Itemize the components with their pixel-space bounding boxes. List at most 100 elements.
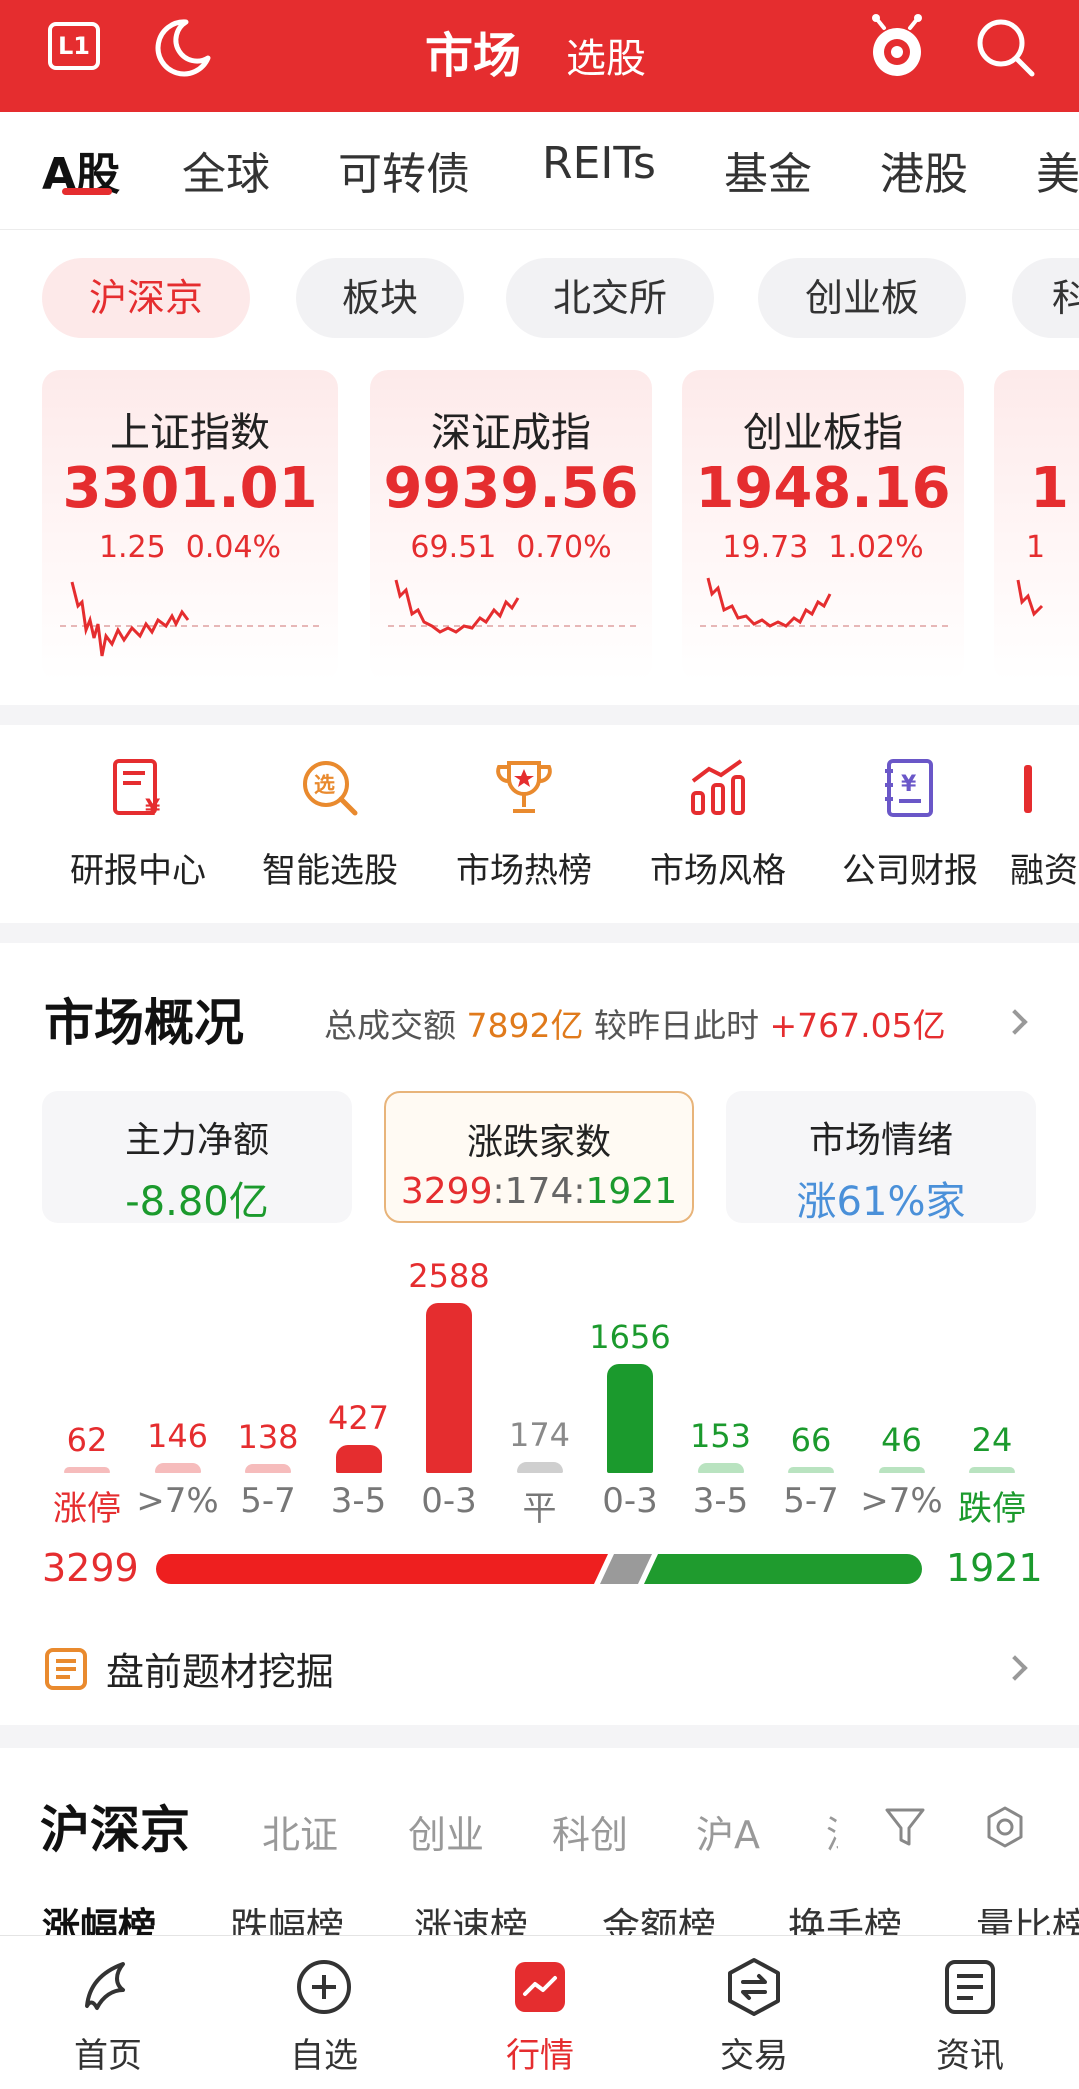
tab-hk-stocks[interactable]: 港股 <box>880 138 968 202</box>
shortcut-market-style[interactable]: 市场风格 <box>628 755 808 892</box>
distribution-bar <box>516 1462 563 1473</box>
nav-watchlist[interactable]: 自选 <box>254 1956 394 2077</box>
advance-decline-card[interactable]: 涨跌家数 3299:174:1921 <box>384 1091 694 1223</box>
robot-assistant-icon[interactable] <box>862 12 932 82</box>
chip-star-market[interactable]: 科 <box>1012 258 1079 338</box>
nav-market[interactable]: 行情 <box>470 1956 610 2077</box>
distribution-range-label: 5-7 <box>783 1481 839 1521</box>
document-list-icon <box>45 1648 87 1690</box>
tab-funds[interactable]: 基金 <box>724 138 812 202</box>
mining-label: 盘前题材挖掘 <box>106 1650 335 1694</box>
nav-news[interactable]: 资讯 <box>900 1956 1040 2077</box>
index-card-next[interactable]: 1 1 <box>994 370 1079 682</box>
distribution-bar <box>607 1364 653 1473</box>
turnover-summary[interactable]: 总成交额 7892亿 较昨日此时 +767.05亿 <box>324 999 946 1047</box>
index-sparkline <box>388 579 638 634</box>
advancers-count: 3299 <box>400 1171 493 1212</box>
stock-picker-tab[interactable]: 选股 <box>566 26 646 84</box>
index-card-chinext[interactable]: 创业板指 1948.16 19.73 1.02% <box>682 370 964 682</box>
shortcut-hot-list[interactable]: 市场热榜 <box>434 755 614 892</box>
nav-label: 自选 <box>290 2036 358 2076</box>
index-pct: 0.04% <box>185 530 282 565</box>
sub-tab-gainers[interactable]: 涨幅榜 <box>42 1896 156 1938</box>
level1-quote-button[interactable]: L1 <box>48 22 100 70</box>
app-header: L1 市场 选股 <box>0 0 1079 112</box>
distribution-bar <box>788 1467 834 1473</box>
turnover-label: 总成交额 <box>324 1006 456 1045</box>
distribution-range-label: 平 <box>522 1489 557 1529</box>
distribution-range-label: 跌停 <box>958 1489 1026 1529</box>
shortcut-margin-trading[interactable]: 融资 <box>1010 755 1079 892</box>
distribution-count: 1656 <box>589 1318 671 1356</box>
index-pct: 0.70% <box>516 530 612 565</box>
sub-tab-losers[interactable]: 跌幅榜 <box>230 1896 344 1938</box>
distribution-bar <box>697 1463 744 1473</box>
tab-reits[interactable]: REITs <box>542 138 656 189</box>
stat-label: 市场情绪 <box>808 1120 953 1161</box>
distribution-range-label: 0-3 <box>421 1481 477 1521</box>
distribution-bar <box>245 1464 291 1473</box>
page-title: 市场 <box>425 28 522 84</box>
shortcut-label: 市场热榜 <box>456 851 592 891</box>
chip-chinext[interactable]: 创业板 <box>758 258 966 338</box>
margin-trading-icon <box>1024 765 1032 813</box>
tab-us-stocks[interactable]: 美 <box>1036 138 1079 202</box>
distribution-bar <box>878 1467 925 1473</box>
index-value: 1 <box>1030 456 1069 521</box>
index-change: 19.73 <box>722 530 809 565</box>
rankings-section: 沪深京 北证 创业 科创 沪A 深 涨幅榜 跌幅榜 涨速榜 金额榜 换手榜 量比… <box>0 1748 1079 1938</box>
chip-bse[interactable]: 北交所 <box>506 258 714 338</box>
tab-convertible-bonds[interactable]: 可转债 <box>338 138 470 202</box>
index-value: 1948.16 <box>695 456 951 521</box>
rank-tab-bse[interactable]: 北证 <box>262 1804 338 1859</box>
rank-tab-sz-a[interactable]: 深 <box>826 1804 838 1859</box>
sub-tab-turnover[interactable]: 换手榜 <box>788 1896 902 1938</box>
distribution-bar <box>154 1463 201 1473</box>
index-name: 上证指数 <box>110 410 270 456</box>
shortcut-research-reports[interactable]: ¥ 研报中心 <box>48 755 228 892</box>
tab-global[interactable]: 全球 <box>182 138 270 202</box>
nav-trade[interactable]: 交易 <box>684 1956 824 2077</box>
svg-text:¥: ¥ <box>901 772 917 797</box>
distribution-count: 174 <box>508 1416 571 1454</box>
sub-tab-amount[interactable]: 金额榜 <box>602 1896 716 1938</box>
index-card-szse[interactable]: 深证成指 9939.56 69.51 0.70% <box>370 370 652 682</box>
index-sparkline <box>700 577 950 628</box>
active-tab-indicator <box>62 188 112 195</box>
shortcut-financial-reports[interactable]: ¥ 公司财报 <box>820 755 1000 892</box>
rank-tab-star[interactable]: 科创 <box>552 1804 628 1859</box>
distribution-bar <box>969 1467 1015 1473</box>
shortcut-label: 市场风格 <box>650 851 786 891</box>
settings-icon[interactable] <box>982 1804 1028 1850</box>
rankings-title[interactable]: 沪深京 <box>40 1790 190 1862</box>
filter-icon[interactable] <box>882 1804 928 1850</box>
shortcut-smart-picker[interactable]: 选 智能选股 <box>240 755 420 892</box>
sub-tab-speed[interactable]: 涨速榜 <box>414 1896 528 1938</box>
down-total: 1921 <box>946 1546 1043 1590</box>
rank-tab-chinext[interactable]: 创业 <box>408 1804 484 1859</box>
market-sentiment-card[interactable]: 市场情绪 涨61%家 <box>726 1091 1036 1225</box>
sub-tab-volume-ratio[interactable]: 量比榜 <box>976 1896 1079 1938</box>
nav-home[interactable]: 首页 <box>38 1956 178 2077</box>
distribution-count: 62 <box>66 1421 108 1459</box>
index-card-sse[interactable]: 上证指数 3301.01 1.25 0.04% <box>42 370 338 682</box>
index-sparkline <box>1016 579 1044 617</box>
advance-decline-ratio-bar: 3299 1921 <box>0 1546 1079 1596</box>
rank-tab-sh-a[interactable]: 沪A <box>696 1804 760 1859</box>
turnover-value: 7892亿 <box>466 1006 584 1045</box>
market-sentiment-value: 涨61%家 <box>796 1179 966 1225</box>
chip-sectors[interactable]: 板块 <box>296 258 464 338</box>
distribution-range-label: 0-3 <box>602 1481 658 1521</box>
flat-count: 174 <box>504 1171 574 1212</box>
bar-chart-icon <box>691 759 745 815</box>
decliners-count: 1921 <box>585 1171 678 1212</box>
main-net-flow-card[interactable]: 主力净额 -8.80亿 <box>42 1091 352 1225</box>
chevron-right-icon[interactable] <box>1002 1655 1028 1681</box>
night-mode-icon[interactable] <box>150 14 216 80</box>
chip-sh-sz-bj[interactable]: 沪深京 <box>42 258 250 338</box>
distribution-count: 138 <box>237 1418 299 1456</box>
chevron-right-icon[interactable] <box>1002 1009 1028 1035</box>
trade-exchange-icon <box>728 1958 780 2016</box>
shortcut-label: 研报中心 <box>70 851 206 891</box>
search-icon[interactable] <box>970 12 1040 82</box>
